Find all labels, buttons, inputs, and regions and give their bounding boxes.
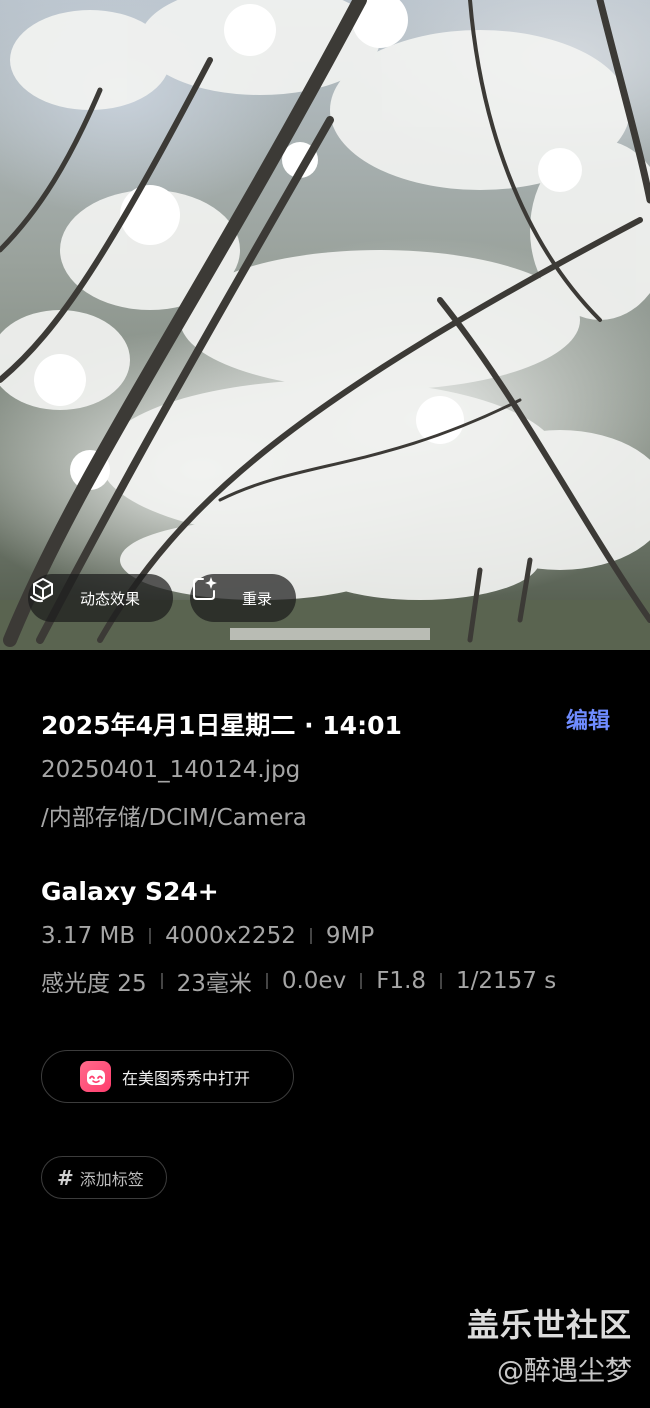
- edit-button[interactable]: 编辑: [566, 703, 610, 735]
- divider: [265, 973, 268, 989]
- megapixels: 9MP: [325, 923, 375, 949]
- sparkle-frame-icon: [193, 577, 234, 613]
- aperture: F1.8: [376, 968, 427, 994]
- focal-length: 23毫米: [176, 971, 252, 997]
- add-tag-label: 添加标签: [79, 1169, 144, 1189]
- watermark-title: 盖乐世社区: [466, 1306, 632, 1344]
- cube-motion-icon: [30, 578, 72, 613]
- photo-preview[interactable]: 动态效果 重录: [0, 0, 650, 650]
- meitu-logo-icon: [80, 1061, 111, 1092]
- file-name: 20250401_140124.jpg: [41, 757, 301, 783]
- remaster-label: 重录: [242, 589, 273, 608]
- hash-icon: #: [57, 1165, 74, 1190]
- device-name: Galaxy S24+: [41, 877, 219, 906]
- divider: [440, 973, 443, 989]
- add-tag-button[interactable]: # 添加标签: [41, 1156, 167, 1199]
- open-in-meitu-button[interactable]: 在美图秀秀中打开: [41, 1050, 294, 1103]
- shutter-speed: 1/2157 s: [456, 968, 557, 994]
- open-in-meitu-label: 在美图秀秀中打开: [122, 1068, 251, 1088]
- photo-datetime: 2025年4月1日星期二 · 14:01: [41, 711, 402, 740]
- watermark-user: @醉遇尘梦: [497, 1356, 632, 1387]
- resolution: 4000x2252: [165, 923, 296, 949]
- exposure-value: 0.0ev: [281, 968, 347, 994]
- remaster-button[interactable]: 重录: [190, 574, 296, 622]
- file-path[interactable]: /内部存储/DCIM/Camera: [41, 798, 307, 832]
- file-size: 3.17 MB: [41, 923, 136, 949]
- divider: [360, 973, 363, 989]
- file-specs-row: 3.17 MB 4000x2252 9MP: [41, 923, 374, 949]
- cherry-blossom-photo: [0, 0, 650, 650]
- iso-value: 感光度 25: [41, 971, 147, 997]
- motion-effects-button[interactable]: 动态效果: [28, 574, 173, 622]
- camera-specs-row: 感光度 25 23毫米 0.0ev F1.8 1/2157 s: [41, 964, 556, 998]
- divider: [149, 928, 152, 944]
- divider: [160, 973, 163, 989]
- motion-effects-label: 动态效果: [80, 589, 141, 608]
- divider: [309, 928, 312, 944]
